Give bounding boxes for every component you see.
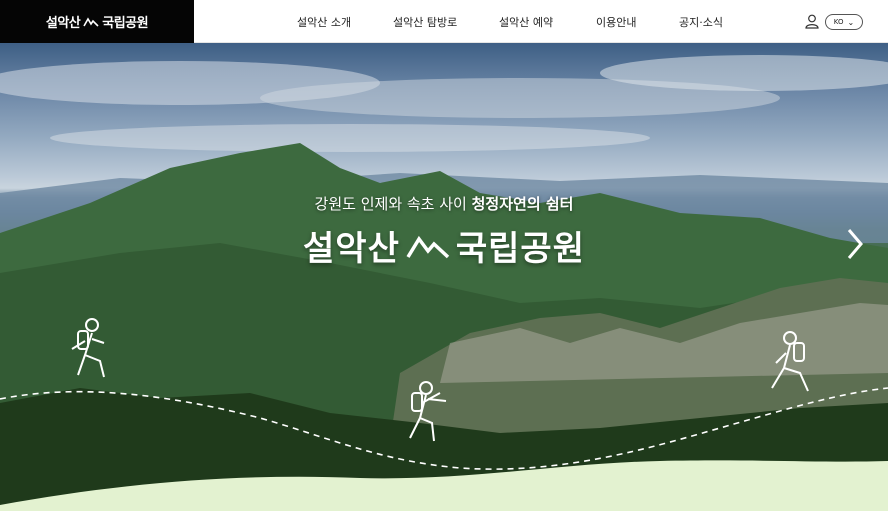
mountain-scene [0,55,888,511]
hero-title: 설악산 국립공원 [0,221,888,270]
nav-item-news[interactable]: 공지·소식 [679,14,723,30]
chevron-down-icon: ⌄ [847,17,855,27]
language-label: KO [833,18,844,26]
site-logo[interactable]: 설악산 국립공원 [0,0,194,43]
tagline-plain: 강원도 인제와 속초 사이 [314,195,472,213]
language-select[interactable]: KO ⌄ [825,14,863,30]
nav-item-guide[interactable]: 이용안내 [596,14,636,30]
nav-item-reservation[interactable]: 설악산 예약 [499,14,553,30]
hero-title-left: 설악산 [303,229,400,269]
tagline-bold: 청정자연의 쉼터 [471,195,574,213]
nav-item-intro[interactable]: 설악산 소개 [297,14,351,30]
next-slide-arrow-icon[interactable] [843,226,867,262]
mountain-logo-icon [83,16,99,27]
logo-text: 설악산 국립공원 [45,12,149,31]
nav-item-trails[interactable]: 설악산 탐방로 [393,14,457,30]
mountain-logo-icon [406,235,450,258]
user-icon[interactable] [805,14,819,29]
site-header: 설악산 국립공원 설악산 소개 설악산 탐방로 설악산 예약 이용안내 공지·소… [0,0,888,43]
logo-text-right: 국립공원 [102,16,149,31]
hero-title-right: 국립공원 [455,229,585,269]
hero-tagline: 강원도 인제와 속초 사이 청정자연의 쉼터 [0,193,888,214]
hero-banner: 강원도 인제와 속초 사이 청정자연의 쉼터 설악산 국립공원 [0,43,888,511]
logo-text-left: 설악산 [45,16,81,31]
